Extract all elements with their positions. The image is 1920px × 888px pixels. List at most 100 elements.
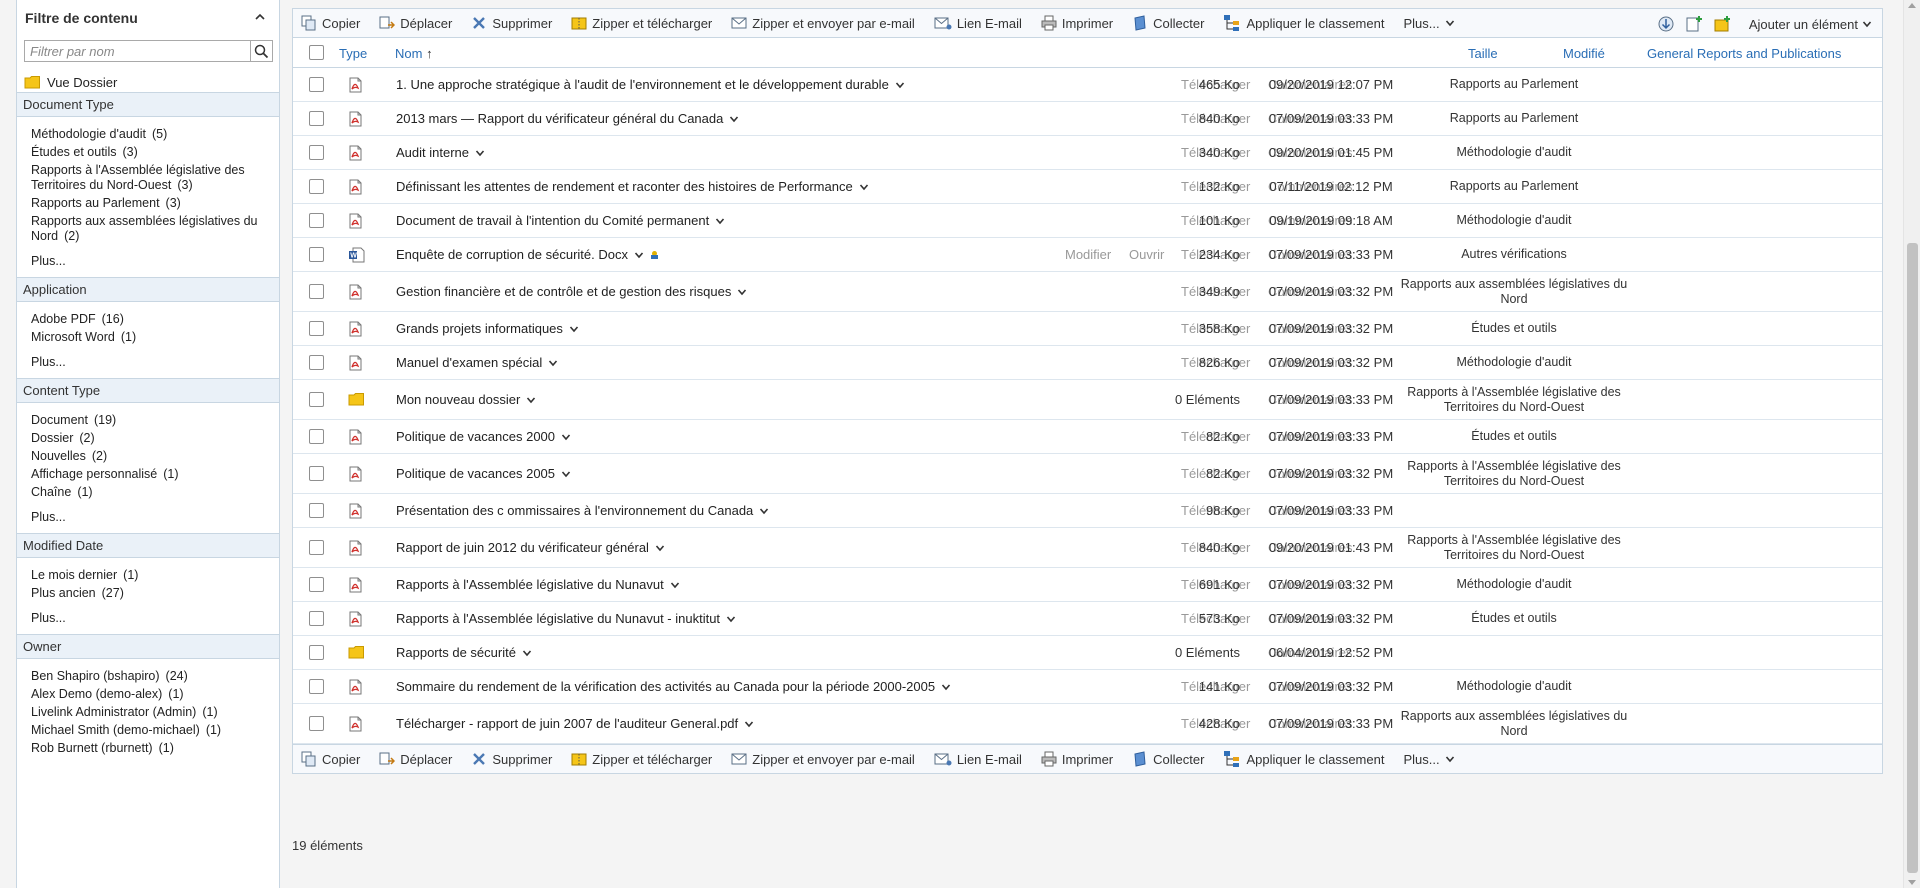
- filter-item[interactable]: Ben Shapiro (bshapiro) (24): [31, 669, 279, 684]
- select-all-checkbox[interactable]: [309, 45, 324, 60]
- filter-search-input[interactable]: [24, 40, 251, 62]
- table-row[interactable]: Politique de vacances 2005 Télécharger Com…: [293, 454, 1882, 494]
- filter-item[interactable]: Rob Burnett (rburnett) (1): [31, 741, 279, 756]
- email-link-button[interactable]: Lien E-mail: [934, 751, 1022, 767]
- column-taille[interactable]: Taille: [1468, 46, 1498, 61]
- row-name-link[interactable]: Télécharger - rapport de juin 2007 de l'…: [396, 716, 754, 731]
- table-row[interactable]: Gestion financière et de contrôle et de …: [293, 272, 1882, 312]
- move-button[interactable]: Déplacer: [379, 751, 452, 767]
- chevron-down-icon[interactable]: [561, 432, 571, 442]
- row-checkbox[interactable]: [309, 284, 324, 299]
- copy-button[interactable]: Copier: [301, 15, 360, 31]
- chevron-down-icon[interactable]: [561, 469, 571, 479]
- filter-item[interactable]: Document (19): [31, 413, 279, 428]
- move-button[interactable]: Déplacer: [379, 15, 452, 31]
- row-name-link[interactable]: Audit interne: [396, 145, 485, 160]
- chevron-down-icon[interactable]: [548, 358, 558, 368]
- chevron-down-icon[interactable]: [655, 543, 665, 553]
- row-name-link[interactable]: Rapports de sécurité: [396, 645, 532, 660]
- row-name-link[interactable]: 2013 mars — Rapport du vérificateur géné…: [396, 111, 739, 126]
- filter-item[interactable]: Microsoft Word (1): [31, 330, 279, 345]
- zip-email-button[interactable]: Zipper et envoyer par e-mail: [731, 751, 915, 767]
- more-menu-button[interactable]: Plus...: [1403, 16, 1454, 31]
- table-row[interactable]: Mon nouveau dossier Commentaires 0 Elément…: [293, 380, 1882, 420]
- table-row[interactable]: Document de travail à l'intention du Com…: [293, 204, 1882, 238]
- table-row[interactable]: Rapports de sécurité Commentaires 0 Elémen…: [293, 636, 1882, 670]
- add-folder-icon[interactable]: [1713, 15, 1731, 33]
- row-checkbox[interactable]: [309, 503, 324, 518]
- chevron-down-icon[interactable]: [475, 148, 485, 158]
- download-tool-icon[interactable]: [1657, 15, 1675, 33]
- filter-item[interactable]: Livelink Administrator (Admin) (1): [31, 705, 279, 720]
- chevron-down-icon[interactable]: [737, 287, 747, 297]
- print-button[interactable]: Imprimer: [1041, 751, 1113, 767]
- copy-button[interactable]: Copier: [301, 751, 360, 767]
- row-name-link[interactable]: Politique de vacances 2005: [396, 466, 571, 481]
- table-row[interactable]: Définissant les attentes de rendement et…: [293, 170, 1882, 204]
- column-type[interactable]: Type: [339, 46, 367, 61]
- filter-item[interactable]: Rapports à l'Assemblée législative des T…: [31, 163, 279, 193]
- row-name-link[interactable]: 1. Une approche stratégique à l'audit de…: [396, 77, 905, 92]
- row-name-link[interactable]: Grands projets informatiques: [396, 321, 579, 336]
- row-checkbox[interactable]: [309, 392, 324, 407]
- row-checkbox[interactable]: [309, 645, 324, 660]
- row-name-link[interactable]: Rapports à l'Assemblée législative du Nu…: [396, 611, 736, 626]
- page-scrollbar[interactable]: [1903, 0, 1920, 888]
- table-row[interactable]: Présentation des c ommissaires à l'envir…: [293, 494, 1882, 528]
- filter-item[interactable]: Chaîne (1): [31, 485, 279, 500]
- row-name-link[interactable]: Document de travail à l'intention du Com…: [396, 213, 725, 228]
- email-link-button[interactable]: Lien E-mail: [934, 15, 1022, 31]
- vue-dossier-link[interactable]: Vue Dossier: [17, 62, 279, 92]
- row-name-link[interactable]: Définissant les attentes de rendement et…: [396, 179, 869, 194]
- chevron-down-icon[interactable]: [941, 682, 951, 692]
- chevron-down-icon[interactable]: [526, 395, 536, 405]
- row-checkbox[interactable]: [309, 179, 324, 194]
- apply-classification-button[interactable]: Appliquer le classement: [1223, 750, 1384, 768]
- collect-button[interactable]: Collecter: [1132, 15, 1204, 31]
- chevron-down-icon[interactable]: [744, 719, 754, 729]
- filter-more-link[interactable]: Plus...: [31, 510, 279, 524]
- table-row[interactable]: 2013 mars — Rapport du vérificateur géné…: [293, 102, 1882, 136]
- table-row[interactable]: Manuel d'examen spécial Télécharger Commen…: [293, 346, 1882, 380]
- filter-item[interactable]: Dossier (2): [31, 431, 279, 446]
- add-item-button[interactable]: Ajouter un élément: [1749, 17, 1872, 32]
- row-checkbox[interactable]: [309, 716, 324, 731]
- filter-more-link[interactable]: Plus...: [31, 254, 279, 268]
- search-icon[interactable]: [251, 40, 273, 62]
- row-name-link[interactable]: Présentation des c ommissaires à l'envir…: [396, 503, 769, 518]
- filter-item[interactable]: Études et outils (3): [31, 145, 279, 160]
- table-row[interactable]: Rapports à l'Assemblée législative du Nu…: [293, 568, 1882, 602]
- zip-download-button[interactable]: Zipper et télécharger: [571, 15, 712, 31]
- row-checkbox[interactable]: [309, 429, 324, 444]
- more-menu-button[interactable]: Plus...: [1403, 752, 1454, 767]
- filter-item[interactable]: Nouvelles (2): [31, 449, 279, 464]
- row-name-link[interactable]: Gestion financière et de contrôle et de …: [396, 284, 747, 299]
- chevron-down-icon[interactable]: [726, 614, 736, 624]
- table-row[interactable]: Rapport de juin 2012 du vérificateur gén…: [293, 528, 1882, 568]
- row-checkbox[interactable]: [309, 213, 324, 228]
- table-row[interactable]: Grands projets informatiques Télécharger C…: [293, 312, 1882, 346]
- table-row[interactable]: Politique de vacances 2000 Télécharger Com…: [293, 420, 1882, 454]
- row-checkbox[interactable]: [309, 321, 324, 336]
- row-checkbox[interactable]: [309, 611, 324, 626]
- row-name-link[interactable]: Rapport de juin 2012 du vérificateur gén…: [396, 540, 665, 555]
- scrollbar-thumb[interactable]: [1907, 243, 1918, 873]
- row-checkbox[interactable]: [309, 466, 324, 481]
- modifier-link[interactable]: Modifier: [1065, 247, 1111, 262]
- row-name-link[interactable]: Mon nouveau dossier: [396, 392, 536, 407]
- filter-item[interactable]: Méthodologie d'audit (5): [31, 127, 279, 142]
- scroll-down-icon[interactable]: [1908, 880, 1916, 885]
- table-row[interactable]: Audit interne Télécharger Commentaires 340 …: [293, 136, 1882, 170]
- apply-classification-button[interactable]: Appliquer le classement: [1223, 14, 1384, 32]
- filter-item[interactable]: Rapports au Parlement (3): [31, 196, 279, 211]
- chevron-down-icon[interactable]: [670, 580, 680, 590]
- print-button[interactable]: Imprimer: [1041, 15, 1113, 31]
- column-modifie[interactable]: Modifié: [1563, 46, 1605, 61]
- zip-email-button[interactable]: Zipper et envoyer par e-mail: [731, 15, 915, 31]
- chevron-down-icon[interactable]: [569, 324, 579, 334]
- row-checkbox[interactable]: [309, 77, 324, 92]
- delete-button[interactable]: Supprimer: [471, 15, 552, 31]
- chevron-down-icon[interactable]: [522, 648, 532, 658]
- filter-item[interactable]: Plus ancien (27): [31, 586, 279, 601]
- table-row[interactable]: Sommaire du rendement de la vérification…: [293, 670, 1882, 704]
